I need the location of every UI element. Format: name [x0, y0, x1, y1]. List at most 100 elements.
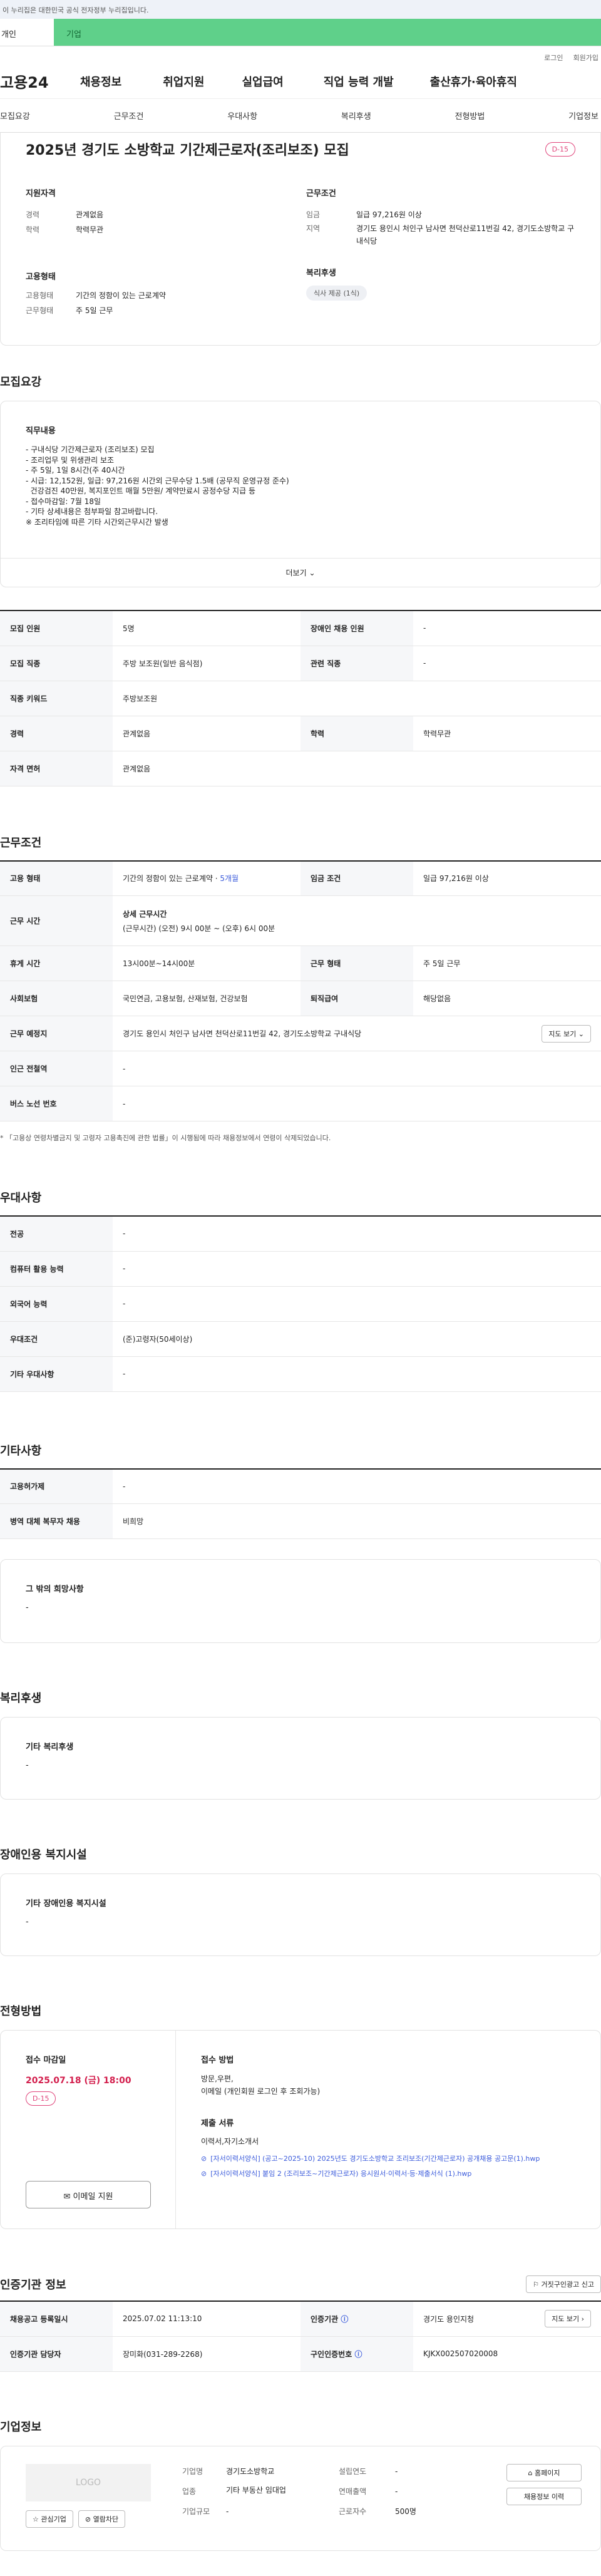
file-link-2[interactable]: ⊘ [자서이력서양식] 붙임 2 (조리보조~기간제근로자) 응시원서·이력서·등…	[201, 2169, 594, 2179]
history-button[interactable]: 채용정보 이력	[506, 2487, 582, 2505]
star-icon: ☆	[33, 2515, 39, 2523]
pref-title: 우대사항	[0, 1192, 42, 1205]
etype-key: 고용형태	[26, 291, 54, 300]
site-logo[interactable]: 고용24	[0, 70, 78, 92]
row-value: -	[113, 1051, 601, 1086]
table-row: 근무 예정지 경기도 용인시 처인구 남사면 천덕산로11번길 42, 경기도소방…	[0, 1016, 601, 1051]
homepage-button[interactable]: ⌂ 홈페이지	[506, 2463, 582, 2481]
size-value: -	[226, 2506, 229, 2516]
duty-line: ※ 조리타임에 따른 기타 시간외근무시간 발생	[26, 517, 168, 527]
summary-card: 2025년 경기도 소방학교 기간제근로자(조리보조) 모집 D-15 지원자격…	[0, 133, 601, 346]
info-icon[interactable]: ⓘ	[341, 2315, 348, 2324]
company-logo: LOGO	[26, 2463, 151, 2501]
ind-value: 기타 부동산 임대업	[226, 2485, 286, 2495]
row-key: 장애인 채용 인원	[300, 611, 413, 646]
subnav-company[interactable]: 기업정보	[568, 110, 598, 121]
gnb-leave[interactable]: 출산휴가·육아휴직	[430, 73, 517, 90]
flag-icon: ⚐	[533, 2280, 540, 2289]
fav-company-button[interactable]: ☆ 관심기업	[26, 2510, 73, 2528]
gnb-employment-support[interactable]: 취업지원	[163, 73, 204, 90]
edu-value: 학력무관	[76, 225, 104, 234]
subnav-work[interactable]: 근무조건	[114, 110, 144, 121]
duty-label: 직무내용	[26, 426, 56, 436]
method-value-2: 이메일 (개인회원 로그인 후 조회가능)	[201, 2087, 321, 2096]
map-button[interactable]: 지도 보기 ⌄	[542, 1024, 591, 1043]
career-value: 관계없음	[76, 210, 104, 219]
row-key: 학력	[300, 716, 413, 751]
disab-title: 장애인용 복지시설	[0, 1848, 87, 1862]
more-label: 더보기	[285, 569, 307, 577]
signup-link[interactable]: 회원가입	[573, 53, 598, 64]
gnb-unemployment[interactable]: 실업급여	[242, 73, 284, 90]
hours-title: 상세 근무시간	[123, 909, 167, 919]
ind-key: 업종	[182, 2486, 197, 2496]
more-button[interactable]: 더보기 ⌄	[1, 558, 600, 587]
email-apply-button[interactable]: ✉ 이메일 지원	[26, 2181, 151, 2208]
login-link[interactable]: 로그인	[544, 53, 563, 64]
agency-map-button[interactable]: 지도 보기 ›	[545, 2310, 591, 2328]
info-icon[interactable]: ⓘ	[354, 2350, 362, 2359]
row-value: (준)고령자(50세이상)	[113, 1321, 601, 1357]
subnav-welfare[interactable]: 복리후생	[341, 110, 371, 121]
welfare-label: 복리후생	[306, 269, 336, 278]
proc-title: 전형방법	[0, 2005, 42, 2018]
row-value: -	[113, 1216, 601, 1252]
method-value: 방문,우편,	[201, 2074, 234, 2083]
subnav-recruit[interactable]: 모집요강	[0, 110, 30, 121]
row-value: -	[113, 1286, 601, 1322]
row-key: 고용 형태	[0, 860, 113, 896]
subnav-process[interactable]: 전형방법	[455, 110, 485, 121]
table-row: 외국어 능력 -	[0, 1286, 601, 1322]
file-name: [자서이력서양식] 붙임 2 (조리보조~기간제근로자) 응시원서·이력서·등·…	[210, 2170, 472, 2178]
table-row: 경력 관계없음 학력 학력무관	[0, 716, 601, 751]
map-label: 지도 보기	[552, 2315, 580, 2324]
name-key: 기업명	[182, 2466, 203, 2476]
gnb-training[interactable]: 직업 능력 개발	[324, 73, 394, 90]
row-value: 일급 97,216원 이상	[413, 860, 601, 896]
row-value: 관계없음	[113, 751, 601, 786]
cond-label: 근무조건	[306, 189, 336, 198]
row-key: 구인인증번호 ⓘ	[300, 2336, 413, 2372]
table-row: 근무 시간 상세 근무시간 (근무시간) (오전) 9시 00분 ~ (오후) 6시…	[0, 895, 601, 946]
block-icon: ⊘	[85, 2515, 91, 2523]
row-key: 사회보험	[0, 981, 113, 1016]
org-value: 경기도 용인지청	[423, 2314, 475, 2324]
row-key: 전공	[0, 1216, 113, 1252]
deadline-label: 접수 마감일	[26, 2056, 66, 2065]
tab-personal[interactable]: 개인	[0, 19, 54, 46]
welfare-box-label: 기타 복리후생	[26, 1743, 74, 1752]
place-value: 경기도 용인시 처인구 남사면 천덕산로11번길 42, 경기도소방학교 구내식…	[123, 1029, 362, 1038]
row-value: 주 5일 근무	[413, 945, 601, 981]
row-key: 경력	[0, 716, 113, 751]
row-value: 주방 보조원(일반 음식점)	[113, 646, 300, 681]
report-button[interactable]: ⚐ 거짓구인광고 신고	[526, 2275, 601, 2293]
no-key: 구인인증번호	[311, 2349, 352, 2359]
row-value: 국민연금, 고용보험, 산재보험, 건강보험	[113, 981, 300, 1016]
dday-badge: D-15	[545, 142, 575, 157]
row-key: 인증기관 ⓘ	[300, 2301, 413, 2337]
row-key: 인근 전철역	[0, 1051, 113, 1086]
row-key: 자격 면허	[0, 751, 113, 786]
subnav-pref[interactable]: 우대사항	[227, 110, 257, 121]
home-label: 홈페이지	[535, 2468, 560, 2477]
age-note: * 「고용상 연령차별금지 및 고령자 고용촉진에 관한 법률」이 시행됨에 따…	[0, 1134, 331, 1142]
duty-line: - 주 5일, 1일 8시간(주 40시간	[26, 466, 125, 475]
file-link-1[interactable]: ⊘ [자서이력서양식] (공고~2025-10) 2025년도 경기도소방학교 조…	[201, 2154, 594, 2164]
block-button[interactable]: ⊘ 열람차단	[78, 2510, 126, 2528]
welfare-pill: 식사 제공 (1식)	[306, 286, 367, 301]
row-value: -	[413, 611, 601, 646]
disab-value: -	[26, 1917, 29, 1927]
career-key: 경력	[26, 210, 40, 219]
qual-label: 지원자격	[26, 189, 56, 198]
method-label: 접수 방법	[201, 2056, 234, 2065]
row-value: 관계없음	[113, 716, 300, 751]
home-icon: ⌂	[528, 2468, 533, 2477]
etc-table: 고용허가제 - 병역 대체 복무자 채용 비희망	[0, 1468, 601, 1539]
size-key: 기업규모	[182, 2506, 210, 2516]
table-row: 모집 인원 5명 장애인 채용 인원 -	[0, 611, 601, 646]
region-value: 경기도 용인시 처인구 남사면 천덕산로11번길 42, 경기도소방학교 구내식…	[356, 224, 575, 245]
tab-company[interactable]: 기업	[54, 19, 601, 46]
row-value: 주방보조원	[113, 681, 601, 716]
gnb-jobs[interactable]: 채용정보	[80, 73, 121, 90]
row-key: 병역 대체 복무자 채용	[0, 1503, 113, 1539]
